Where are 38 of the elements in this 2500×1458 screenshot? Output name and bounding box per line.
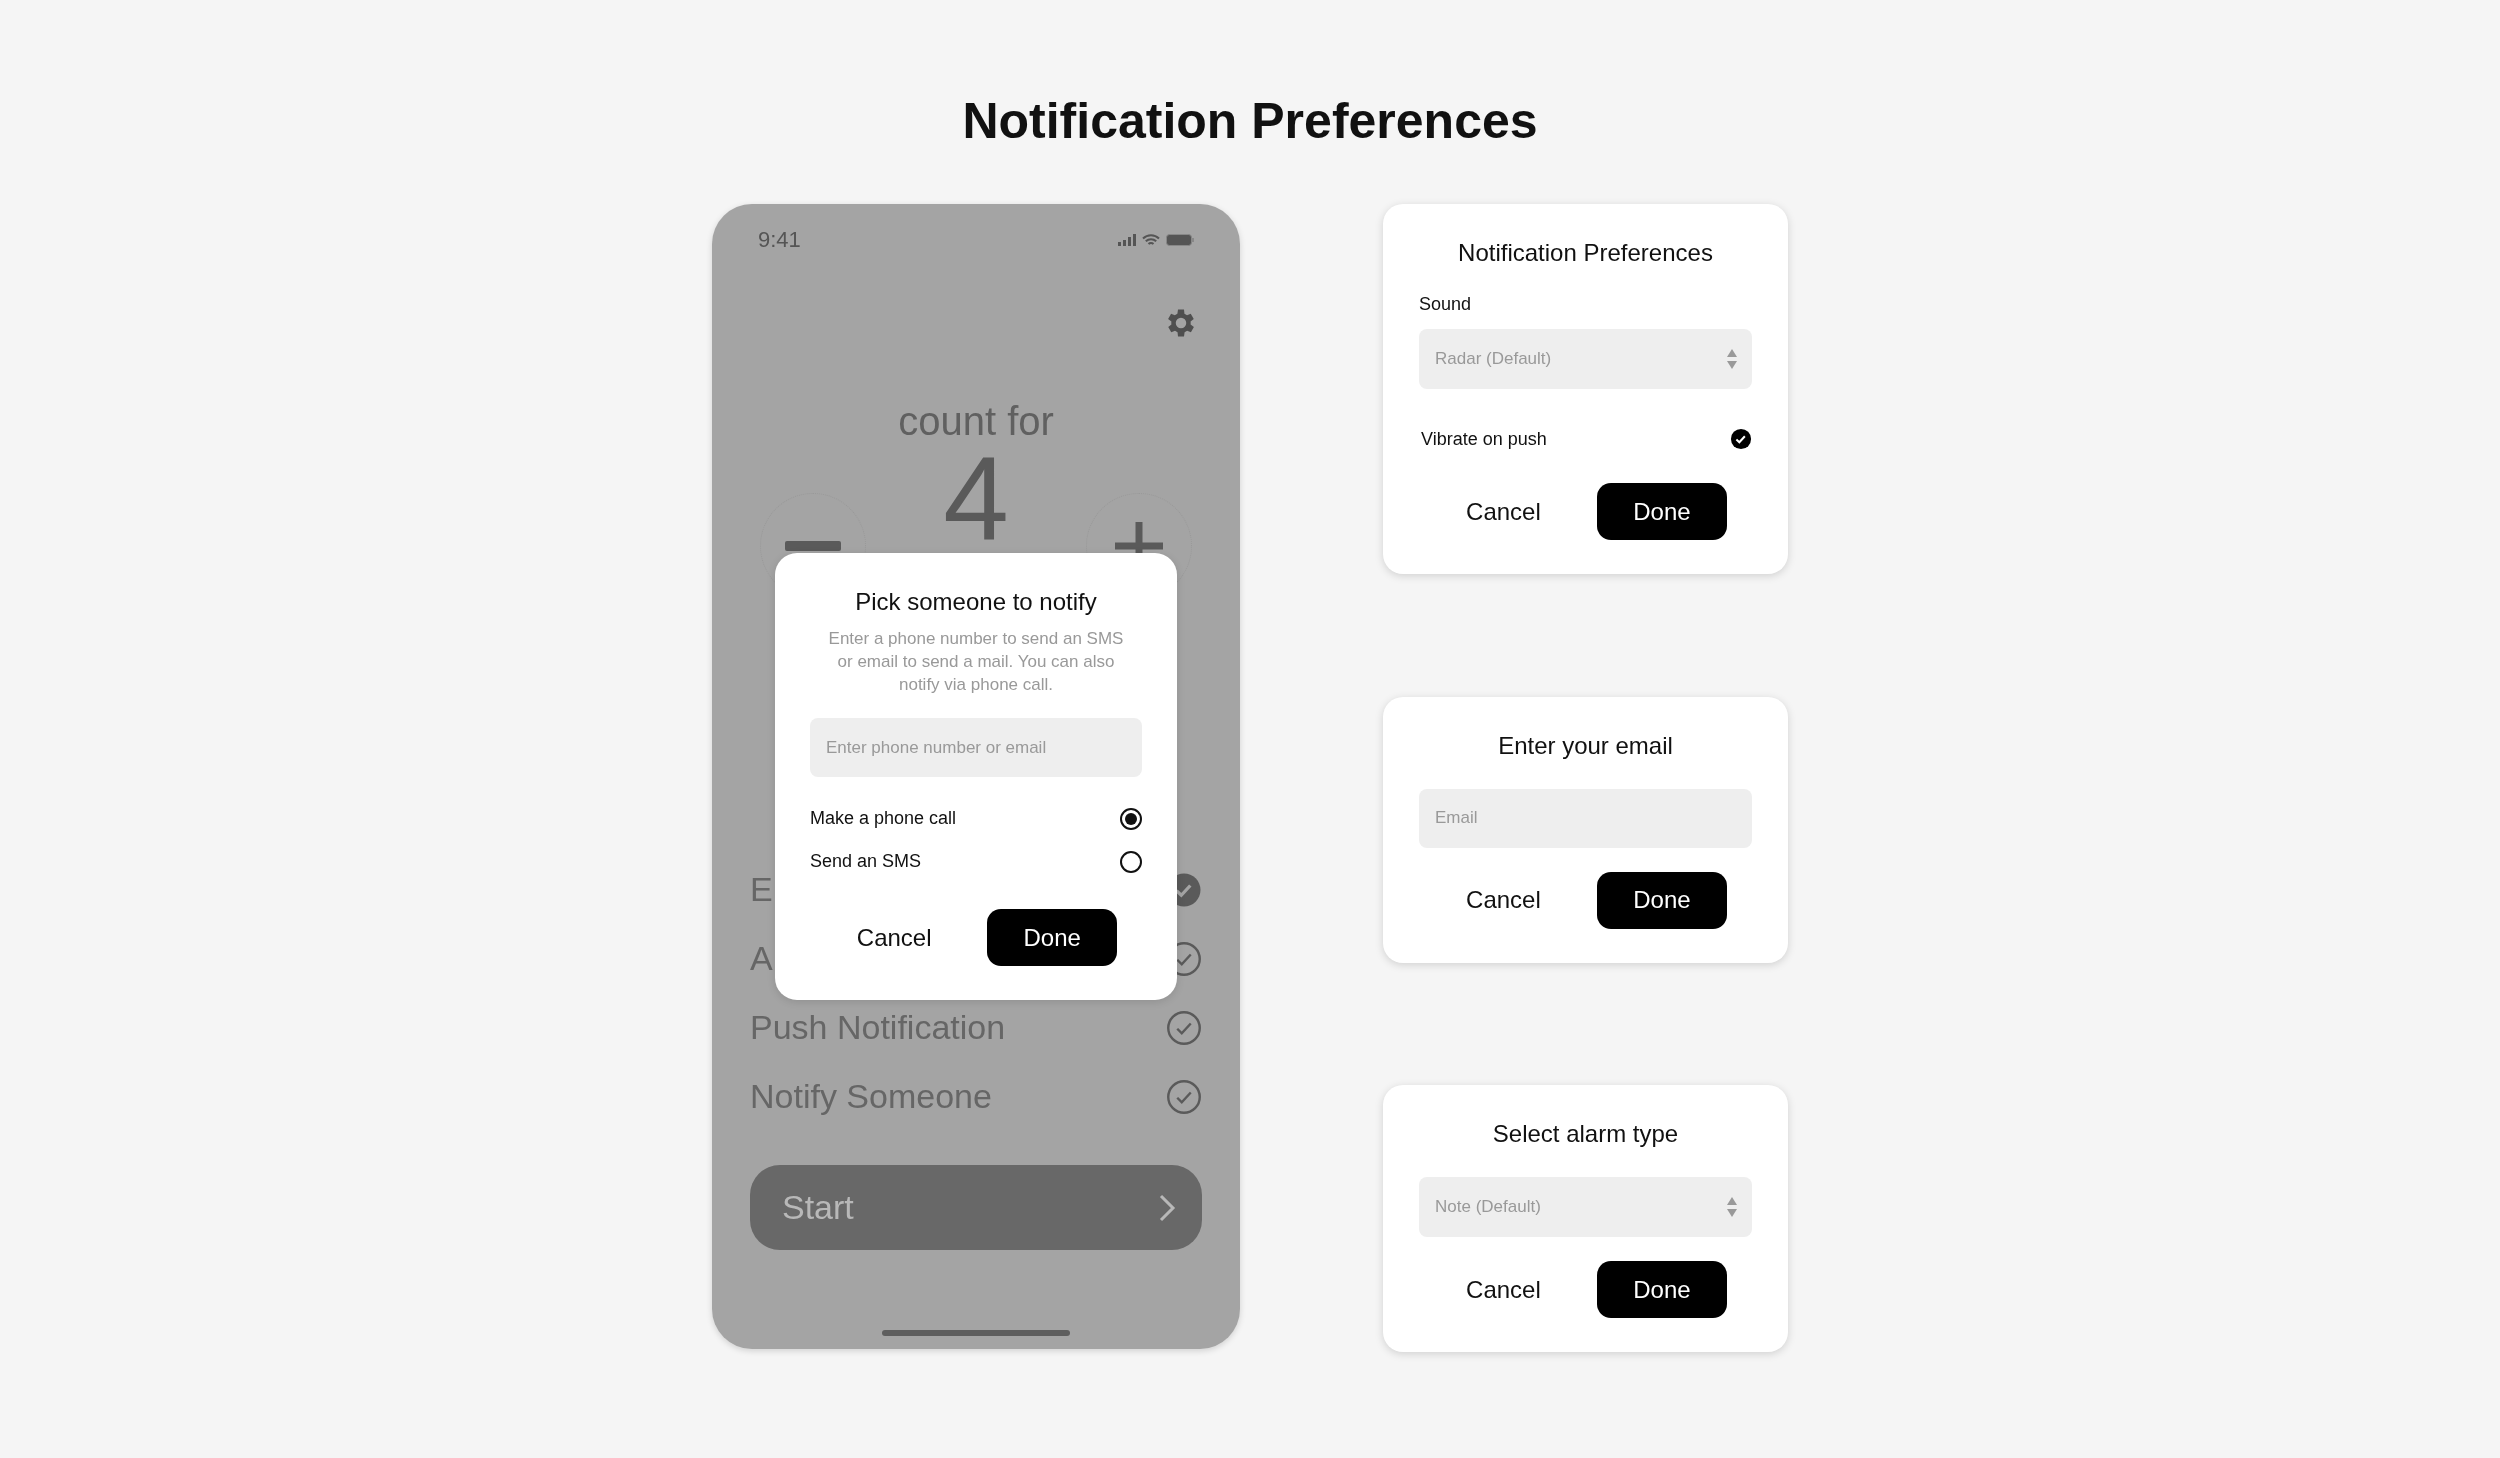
status-time: 9:41: [758, 227, 801, 253]
stepper-icon: [1726, 348, 1738, 370]
option-label: Send an SMS: [810, 851, 922, 872]
field-label: Sound: [1419, 294, 1473, 315]
check-icon[interactable]: [1166, 1009, 1202, 1046]
radio-button[interactable]: [1120, 850, 1142, 873]
option-label: Make a phone call: [810, 808, 957, 829]
done-button[interactable]: Done: [987, 909, 1118, 966]
battery-icon: [1166, 234, 1194, 246]
email-field[interactable]: Email: [1419, 788, 1752, 848]
dialog-title: Pick someone to notify: [854, 587, 1098, 617]
card-title: Enter your email: [1497, 730, 1674, 761]
counter-value: 4: [943, 453, 1009, 545]
cancel-button[interactable]: Cancel: [1444, 483, 1563, 540]
card-title: Select alarm type: [1491, 1119, 1680, 1149]
cancel-button[interactable]: Cancel: [1444, 1261, 1563, 1318]
page-title: Notification Preferences: [962, 92, 1538, 151]
done-button[interactable]: Done: [1596, 871, 1727, 929]
stepper-icon: [1726, 1196, 1738, 1218]
option-label: E: [750, 870, 773, 909]
cancel-button[interactable]: Cancel: [834, 909, 954, 966]
contact-field[interactable]: Enter phone number or email: [810, 718, 1142, 777]
cancel-button[interactable]: Cancel: [1444, 871, 1563, 929]
done-button[interactable]: Done: [1596, 1261, 1727, 1318]
check-icon[interactable]: [1730, 428, 1752, 450]
option-label: Push Notification: [750, 1008, 1006, 1047]
dialog-description: Enter a phone number to send an SMS or email to send a mail. You can also notify via phone call.: [827, 628, 1125, 696]
radio-button[interactable]: [1120, 807, 1142, 830]
wifi-icon: [1142, 233, 1160, 247]
done-button[interactable]: Done: [1596, 483, 1727, 540]
option-label: A: [750, 939, 773, 978]
check-icon[interactable]: [1166, 1078, 1202, 1115]
option-label: Notify Someone: [750, 1077, 992, 1116]
counter-label: count for: [897, 398, 1055, 445]
card-title: Notification Preferences: [1457, 238, 1714, 268]
signal-icon: [1118, 234, 1136, 246]
option-label: Vibrate on push: [1421, 428, 1547, 450]
chevron-icon: [1158, 1192, 1176, 1223]
